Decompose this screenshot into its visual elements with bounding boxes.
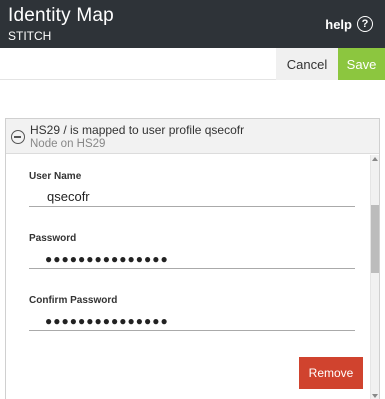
password-label: Password	[29, 233, 77, 244]
help-label: help	[325, 16, 352, 32]
cancel-button[interactable]: Cancel	[276, 48, 338, 80]
username-input[interactable]	[29, 187, 355, 207]
vertical-scrollbar[interactable]	[370, 155, 379, 399]
scrollbar-thumb[interactable]	[371, 205, 379, 273]
password-input[interactable]	[29, 249, 355, 269]
identity-mapping-panel: HS29 / is mapped to user profile qsecofr…	[5, 118, 380, 399]
confirm-password-input[interactable]	[29, 311, 355, 331]
panel-body: User Name Password Confirm Password Remo…	[6, 155, 366, 399]
scroll-up-arrow-icon[interactable]	[372, 157, 378, 161]
password-field-group: Password	[29, 233, 356, 269]
panel-header[interactable]: HS29 / is mapped to user profile qsecofr…	[6, 119, 379, 154]
help-link[interactable]: help ?	[325, 16, 373, 32]
mapping-title: HS29 / is mapped to user profile qsecofr	[30, 123, 245, 137]
top-bar: Identity Map STITCH help ?	[0, 0, 385, 48]
confirm-password-label: Confirm Password	[29, 295, 118, 306]
action-bar: Cancel Save	[0, 48, 385, 80]
remove-button[interactable]: Remove	[299, 357, 363, 389]
page-subtitle: STITCH	[8, 29, 52, 43]
question-circle-icon: ?	[357, 16, 373, 32]
page-title: Identity Map	[8, 5, 114, 26]
mapping-subtitle: Node on HS29	[30, 138, 106, 150]
save-button[interactable]: Save	[338, 48, 385, 80]
username-field-group: User Name	[29, 171, 356, 207]
scroll-down-arrow-icon[interactable]	[372, 394, 378, 398]
minus-circle-icon[interactable]	[11, 130, 25, 144]
username-label: User Name	[29, 171, 82, 182]
confirm-password-field-group: Confirm Password	[29, 295, 356, 331]
